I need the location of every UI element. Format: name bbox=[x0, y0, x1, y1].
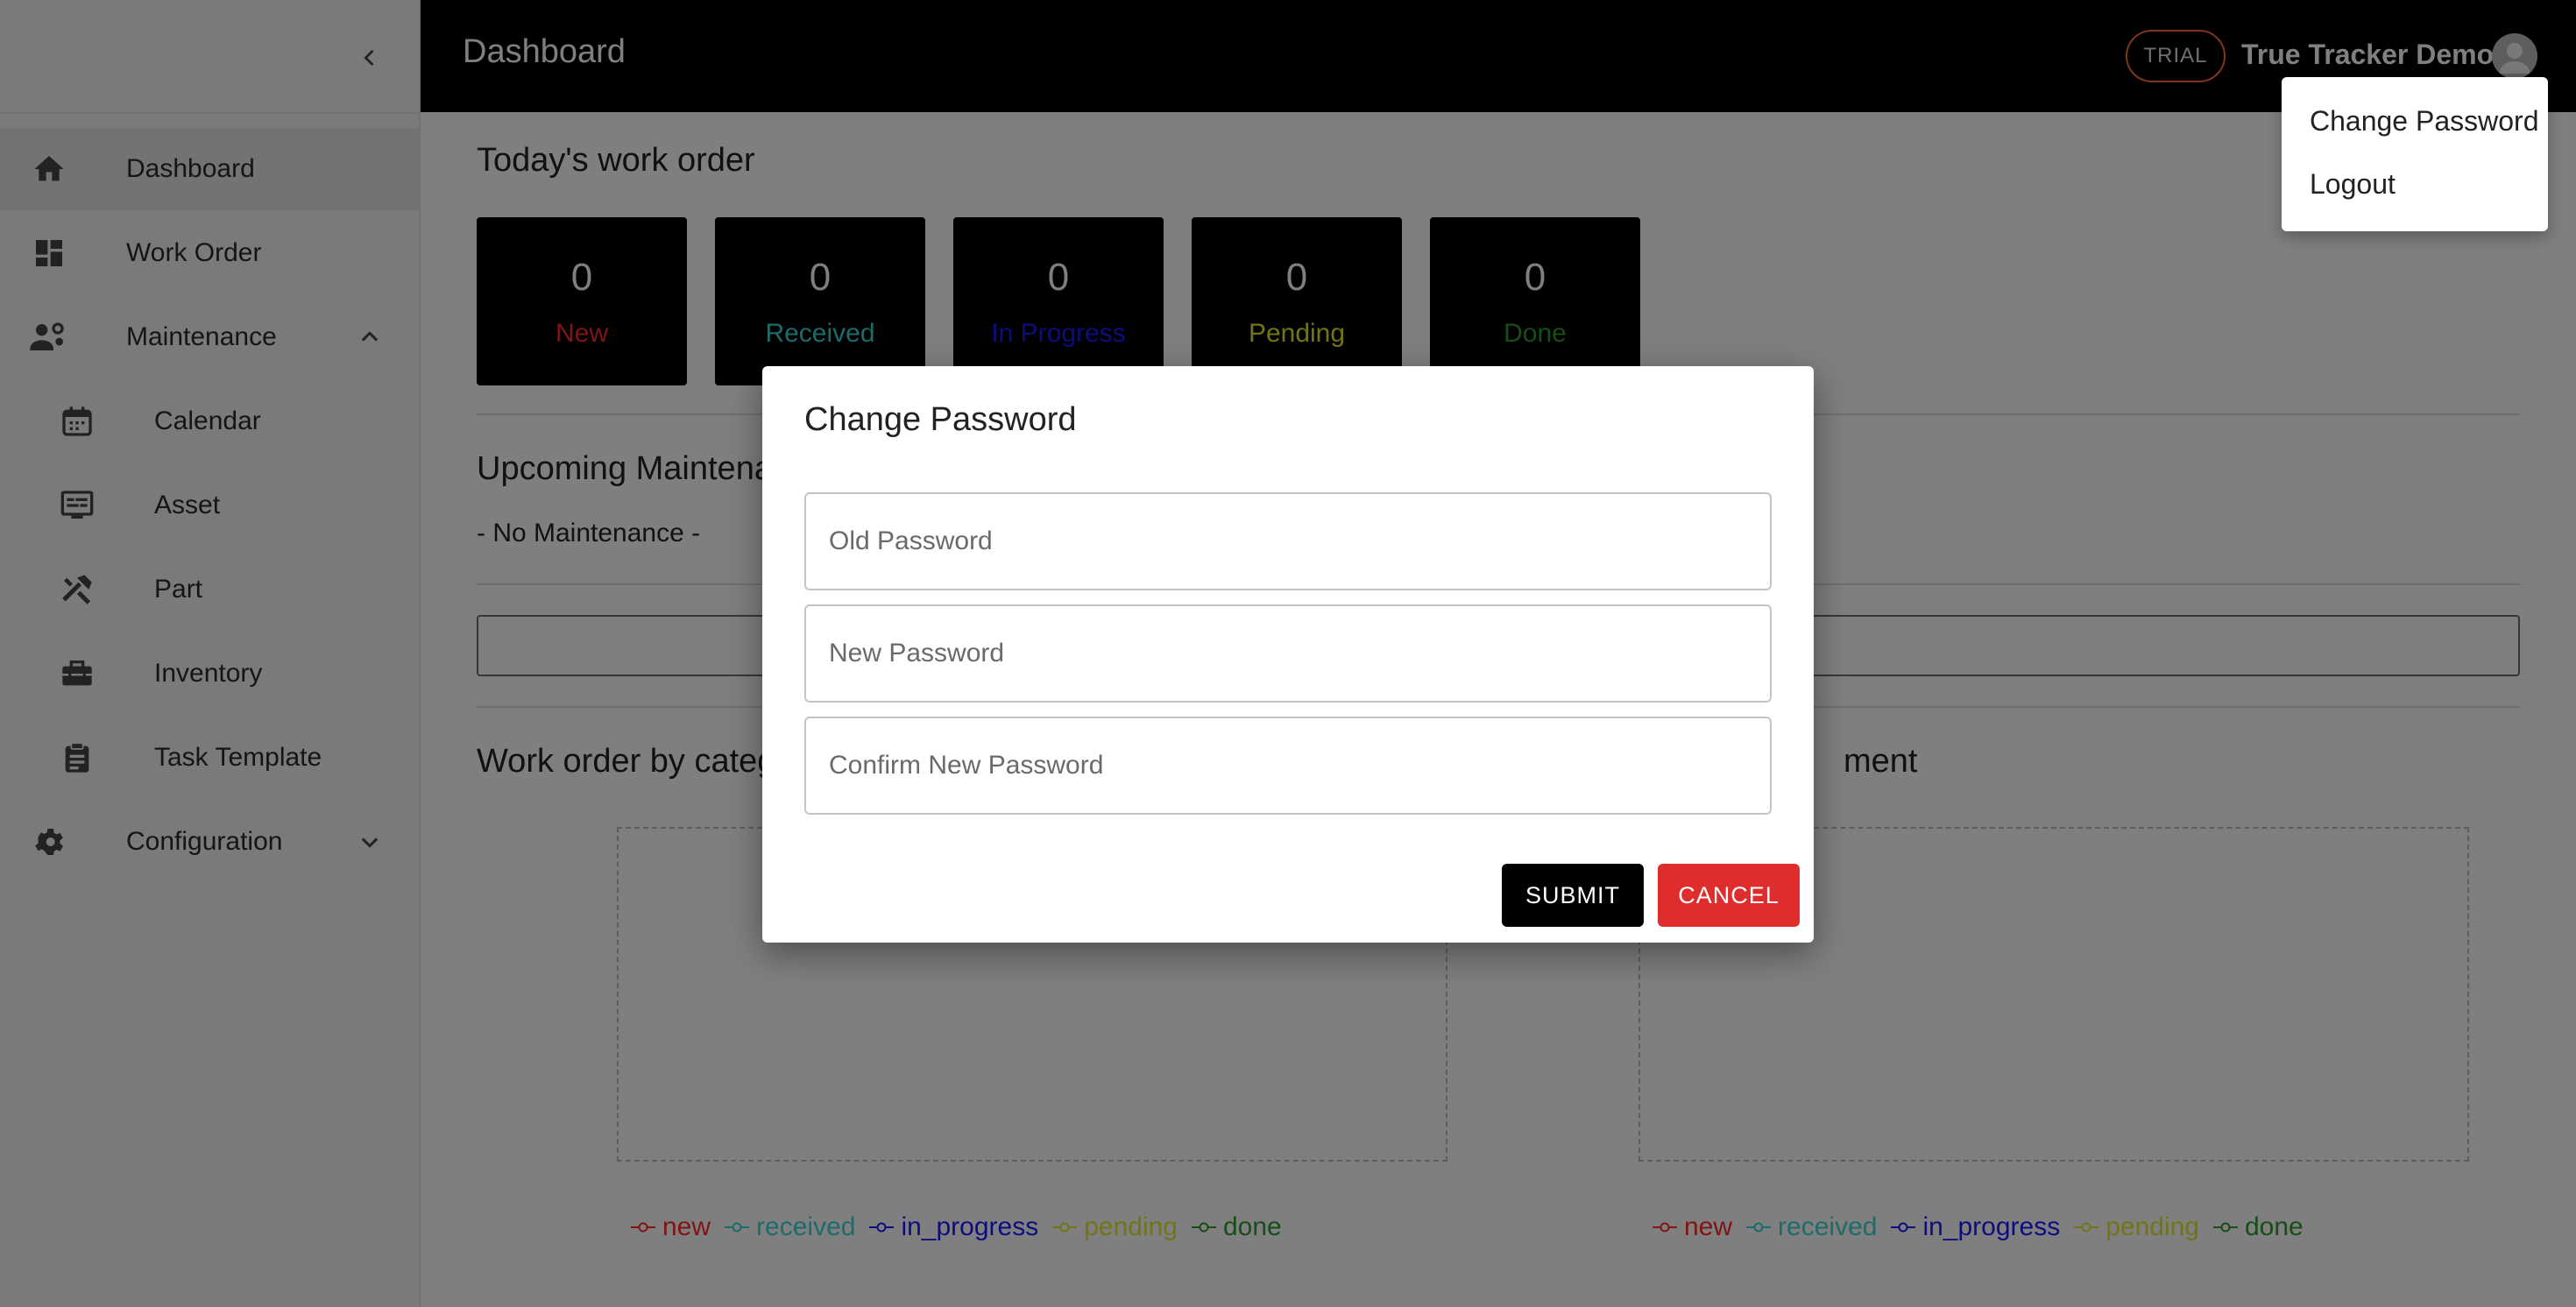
submit-button[interactable]: SUBMIT bbox=[1502, 864, 1644, 927]
old-password-input[interactable] bbox=[804, 492, 1772, 590]
cancel-button[interactable]: CANCEL bbox=[1658, 864, 1800, 927]
new-password-input[interactable] bbox=[804, 604, 1772, 703]
menu-item-logout[interactable]: Logout bbox=[2282, 152, 2548, 215]
dialog-title: Change Password bbox=[804, 401, 1077, 438]
change-password-dialog: Change Password SUBMIT CANCEL bbox=[762, 366, 1814, 943]
user-menu: Change Password Logout bbox=[2282, 77, 2548, 231]
menu-item-change-password[interactable]: Change Password bbox=[2282, 89, 2548, 152]
confirm-password-input[interactable] bbox=[804, 717, 1772, 815]
